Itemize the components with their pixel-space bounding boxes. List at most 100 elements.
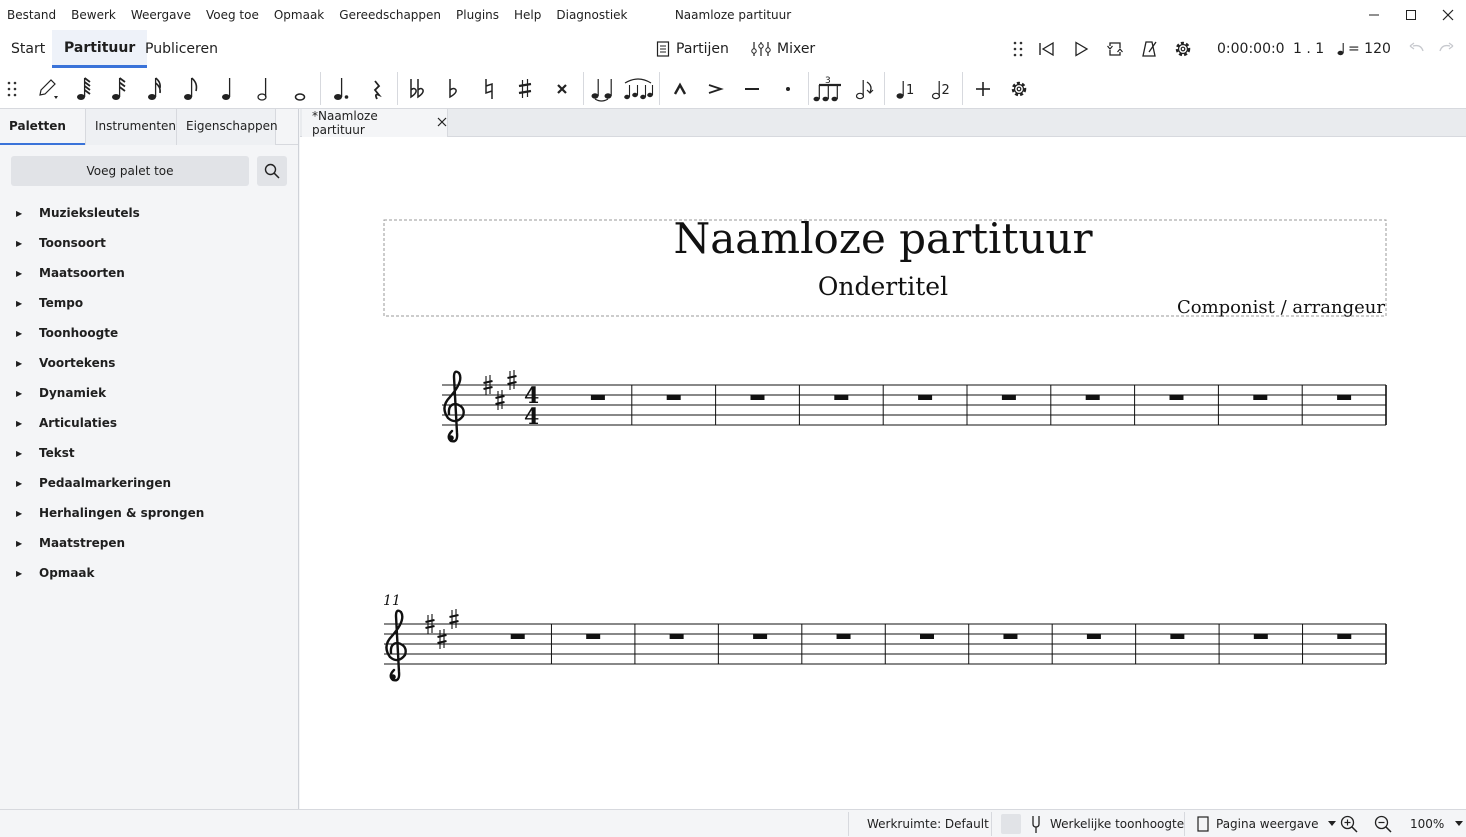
parts-button[interactable]: Partijen [656,30,729,68]
system-1[interactable]: 44 [442,370,1387,443]
whole-rest[interactable] [753,634,768,639]
menu-bestand[interactable]: Bestand [7,8,56,22]
key-signature-sharp[interactable] [437,629,447,649]
zoom-dropdown[interactable]: 100% [1410,810,1464,837]
playback-settings-icon[interactable] [1168,30,1198,68]
palette-item[interactable]: ▶ Tempo [0,288,299,318]
tab-start[interactable]: Start [11,30,45,68]
whole-rest[interactable] [1085,395,1100,400]
palette-item[interactable]: ▶ Toonsoort [0,228,299,258]
voice-1-icon[interactable]: 1 [888,72,922,105]
whole-rest[interactable] [750,395,765,400]
rest-icon[interactable] [360,72,394,105]
half-note-icon[interactable] [246,72,280,105]
whole-rest[interactable] [834,395,849,400]
key-signature-sharp[interactable] [495,390,505,410]
concert-pitch-toggle[interactable]: Werkelijke toonhoogte [1001,810,1184,837]
customize-icon[interactable] [1002,72,1036,105]
menu-bewerk[interactable]: Bewerk [71,8,116,22]
menu-opmaak[interactable]: Opmaak [274,8,324,22]
menu-weergave[interactable]: Weergave [131,8,191,22]
tab-score[interactable]: Partituur [52,30,148,68]
16th-note-icon[interactable] [138,72,172,105]
palette-item[interactable]: ▶ Dynamiek [0,378,299,408]
score-title[interactable]: Naamloze partituur [673,214,1093,263]
close-tab-icon[interactable] [437,115,447,131]
minimize-icon[interactable] [1355,0,1392,30]
menu-gereedschappen[interactable]: Gereedschappen [339,8,441,22]
whole-rest[interactable] [586,634,601,639]
tab-palettes[interactable]: Paletten ··· [0,109,85,167]
score-tab[interactable]: *Naamloze partituur [302,109,448,137]
score-canvas[interactable]: Naamloze partituur Ondertitel Componist … [300,137,1466,809]
whole-rest[interactable] [1253,395,1268,400]
drag-handle-icon[interactable] [0,72,28,105]
whole-rest[interactable] [1003,634,1018,639]
menu-plugins[interactable]: Plugins [456,8,499,22]
palette-item[interactable]: ▶ Maatstrepen [0,528,299,558]
system-2[interactable] [384,609,1387,682]
tuplet-icon[interactable]: 3 [811,72,845,105]
whole-rest[interactable] [836,634,851,639]
palette-item[interactable]: ▶ Herhalingen & sprongen [0,498,299,528]
whole-rest[interactable] [666,395,681,400]
tab-publish[interactable]: Publiceren [145,30,218,68]
score-subtitle[interactable]: Ondertitel [818,272,948,301]
zoom-in-icon[interactable] [1340,810,1358,837]
whole-rest[interactable] [918,395,933,400]
view-mode-dropdown[interactable]: Pagina weergave [1197,810,1336,837]
palette-item[interactable]: ▶ Articulaties [0,408,299,438]
quarter-note-icon[interactable] [210,72,244,105]
sharp-icon[interactable] [508,72,542,105]
redo-icon[interactable] [1431,30,1461,68]
palette-item[interactable]: ▶ Pedaalmarkeringen [0,468,299,498]
treble-clef[interactable] [443,370,465,443]
marcato-icon[interactable] [663,72,697,105]
slur-icon[interactable] [621,72,655,105]
time-signature-bottom[interactable]: 4 [524,404,539,430]
whole-rest[interactable] [590,395,605,400]
menu-diagnostiek[interactable]: Diagnostiek [556,8,627,22]
key-signature-sharp[interactable] [449,609,459,629]
whole-rest[interactable] [1086,634,1101,639]
palette-item[interactable]: ▶ Opmaak [0,558,299,588]
search-palettes-button[interactable] [257,156,287,186]
add-palette-button[interactable]: Voeg palet toe [11,156,249,186]
palette-item[interactable]: ▶ Voortekens [0,348,299,378]
flat-icon[interactable] [436,72,470,105]
score-page[interactable]: Naamloze partituur Ondertitel Componist … [300,137,1466,809]
eighth-note-icon[interactable] [174,72,208,105]
whole-rest[interactable] [1001,395,1016,400]
tenuto-icon[interactable] [735,72,769,105]
concert-pitch-checkbox[interactable] [1001,814,1021,834]
whole-rest[interactable] [510,634,525,639]
key-signature-sharp[interactable] [507,370,517,390]
palette-item[interactable]: ▶ Muzieksleutels [0,198,299,228]
score-composer[interactable]: Componist / arrangeur [1177,297,1385,318]
rewind-icon[interactable] [1032,30,1062,68]
64th-note-icon[interactable] [67,72,101,105]
drag-handle-icon[interactable] [1003,30,1033,68]
natural-icon[interactable] [472,72,506,105]
mixer-button[interactable]: Mixer [751,30,815,68]
add-icon[interactable] [966,72,1000,105]
pencil-note-input-icon[interactable] [31,72,65,105]
close-icon[interactable] [1429,0,1466,30]
palette-item[interactable]: ▶ Tekst [0,438,299,468]
flip-direction-icon[interactable] [848,72,882,105]
metronome-icon[interactable] [1134,30,1164,68]
voice-2-icon[interactable]: 2 [924,72,958,105]
play-icon[interactable] [1066,30,1096,68]
tie-icon[interactable] [585,72,619,105]
32nd-note-icon[interactable] [102,72,136,105]
double-flat-icon[interactable] [400,72,434,105]
zoom-out-icon[interactable] [1374,810,1392,837]
double-sharp-icon[interactable] [545,72,579,105]
whole-rest[interactable] [1337,395,1352,400]
menu-voeg-toe[interactable]: Voeg toe [206,8,259,22]
tab-instruments[interactable]: Instrumenten [85,109,176,145]
whole-rest[interactable] [669,634,684,639]
menu-help[interactable]: Help [514,8,541,22]
augmentation-dot-icon[interactable] [324,72,358,105]
maximize-icon[interactable] [1392,0,1429,30]
